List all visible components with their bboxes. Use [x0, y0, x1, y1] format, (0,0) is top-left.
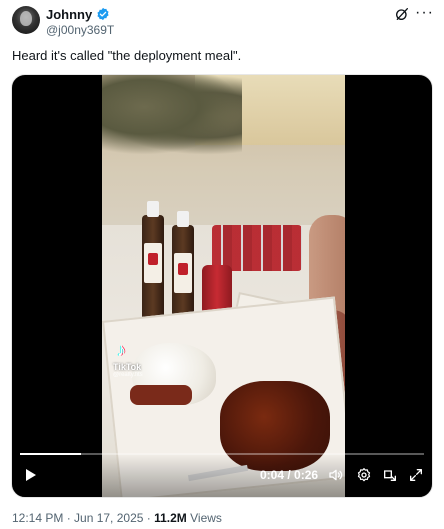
post-meta: 12:14 PM · Jun 17, 2025 · 11.2M Views — [12, 511, 222, 525]
verified-badge-icon — [97, 7, 109, 21]
grok-icon[interactable] — [394, 6, 410, 22]
volume-icon[interactable] — [328, 467, 344, 483]
video-controls: 0:04 / 0:26 — [12, 453, 432, 497]
handle[interactable]: @j00ny369T — [46, 23, 114, 37]
time-readout: 0:04 / 0:26 — [260, 468, 319, 482]
views-label: Views — [186, 511, 222, 525]
tiktok-brand: TikTok — [113, 362, 142, 372]
post-header: Johnny @j00ny369T ··· — [0, 0, 444, 44]
tiktok-username: @realty.fits — [113, 372, 143, 378]
settings-icon[interactable] — [356, 467, 372, 483]
play-icon[interactable] — [22, 467, 38, 483]
fullscreen-icon[interactable] — [408, 467, 424, 483]
avatar[interactable] — [12, 6, 40, 34]
more-icon[interactable]: ··· — [415, 4, 434, 22]
dock-icon[interactable] — [382, 467, 398, 483]
tiktok-watermark: ♪ TikTok @realty.fits — [113, 340, 183, 380]
video-frame[interactable] — [102, 75, 345, 497]
tiktok-logo-icon: ♪ — [117, 340, 126, 360]
display-name[interactable]: Johnny — [46, 7, 92, 22]
author-name-row: Johnny — [46, 6, 110, 22]
post-date[interactable]: 12:14 PM · Jun 17, 2025 · — [12, 511, 154, 525]
video-player[interactable]: ♪ TikTok @realty.fits 0:04 / 0:26 — [11, 74, 433, 498]
views-count: 11.2M — [154, 511, 187, 525]
post-text: Heard it's called "the deployment meal". — [12, 48, 242, 63]
progress-bar[interactable] — [20, 453, 424, 455]
progress-fill — [20, 453, 81, 455]
